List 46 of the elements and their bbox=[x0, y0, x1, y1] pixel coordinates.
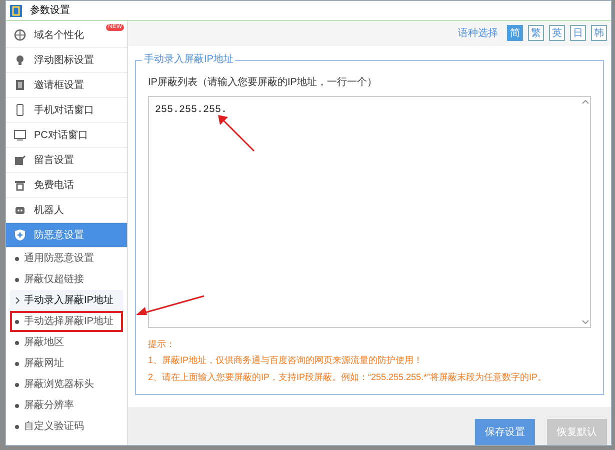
scroll-down-icon[interactable] bbox=[582, 320, 588, 325]
bullet-icon bbox=[15, 362, 19, 366]
sidebar-subitem[interactable]: 屏蔽地区 bbox=[10, 332, 123, 353]
bullet-icon bbox=[15, 382, 19, 386]
annotation-arrow bbox=[135, 295, 205, 317]
sidebar-item[interactable]: 免费电话 bbox=[6, 173, 127, 198]
bullet-icon bbox=[15, 404, 19, 408]
sidebar-item[interactable]: PC对话窗口 bbox=[6, 123, 127, 148]
bulb-icon bbox=[14, 54, 26, 66]
sidebar-item[interactable]: 邀请框设置 bbox=[6, 73, 127, 98]
field-label: IP屏蔽列表（请输入您要屏蔽的IP地址，一行一个） bbox=[148, 76, 378, 90]
annotation-arrow bbox=[216, 113, 256, 153]
shield-icon bbox=[14, 229, 26, 241]
sidebar-subitem[interactable]: 手动选择屏蔽IP地址 bbox=[10, 311, 123, 332]
bullet-icon bbox=[15, 340, 19, 344]
sidebar-item[interactable]: 浮动图标设置 bbox=[6, 48, 127, 73]
app-logo-icon bbox=[10, 4, 22, 16]
globe-icon bbox=[14, 29, 26, 41]
telephone-icon bbox=[14, 179, 26, 191]
sidebar-subitem[interactable]: 屏蔽网址 bbox=[10, 353, 123, 374]
document-icon bbox=[14, 79, 26, 91]
bullet-icon bbox=[15, 256, 19, 260]
sidebar-subitem[interactable]: 通用防恶意设置 bbox=[10, 248, 123, 269]
bullet-icon bbox=[15, 278, 19, 282]
sidebar-subitem[interactable]: 自定义验证码 bbox=[10, 416, 123, 437]
chevron-icon bbox=[14, 297, 20, 304]
sidebar-subitem[interactable]: 屏蔽分辨率 bbox=[10, 395, 123, 416]
sidebar-subitem[interactable]: 屏蔽仅超链接 bbox=[10, 269, 123, 290]
scroll-up-icon[interactable] bbox=[582, 98, 588, 104]
tip-text: 2、请在上面输入您要屏蔽的IP，支持IP段屏蔽。例如：“255.255.255.*”将屏蔽末段为任意数字的IP。 bbox=[148, 370, 548, 384]
note-icon bbox=[14, 154, 26, 166]
window-title: 参数设置 bbox=[30, 4, 70, 18]
sidebar-item[interactable]: 留言设置 bbox=[6, 148, 127, 173]
phone-icon bbox=[14, 104, 26, 116]
sidebar-subitem[interactable]: 手动录入屏蔽IP地址 bbox=[10, 290, 123, 311]
sidebar-item[interactable]: 手机对话窗口 bbox=[6, 98, 127, 123]
sidebar-subitem[interactable]: 屏蔽浏览器标头 bbox=[10, 374, 123, 395]
section-title: 手动录入屏蔽IP地址 bbox=[142, 54, 236, 66]
tips-title: 提示： bbox=[148, 338, 176, 351]
language-label: 语种选择 bbox=[458, 26, 498, 41]
monitor-icon bbox=[14, 129, 26, 141]
robot-icon bbox=[14, 204, 26, 216]
bullet-icon bbox=[15, 424, 19, 428]
tip-text: 1、屏蔽IP地址，仅供商务通与百度咨询的网页来源流量的防护使用！ bbox=[148, 354, 424, 368]
bullet-icon bbox=[15, 320, 19, 324]
ip-list-textarea[interactable]: 255.255.255. bbox=[148, 96, 591, 328]
